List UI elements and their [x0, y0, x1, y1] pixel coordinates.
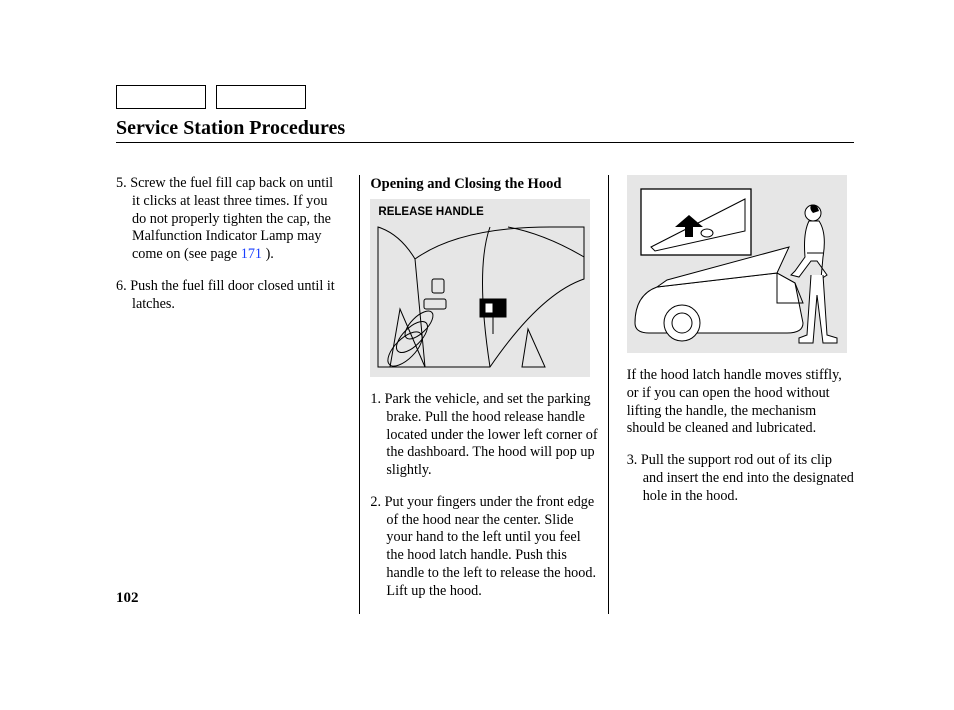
list-item: 1. Park the vehicle, and set the parking… — [370, 391, 597, 480]
step-text: Screw the fuel fill cap back on until it… — [130, 175, 333, 262]
illustration-label: RELEASE HANDLE — [378, 205, 483, 219]
step-number: 2. — [370, 494, 381, 510]
illustration-open-hood — [627, 175, 847, 353]
step-number: 6. — [116, 278, 127, 294]
subheading: Opening and Closing the Hood — [370, 175, 597, 193]
step-text: Put your fingers under the front edge of… — [385, 494, 596, 599]
list-item: 6. Push the fuel fill door closed until … — [116, 278, 341, 314]
step-text: Pull the support rod out of its clip and… — [641, 452, 854, 504]
column-2: Opening and Closing the Hood RELEASE HAN… — [359, 175, 608, 614]
step-number: 1. — [370, 391, 381, 407]
column-3: If the hood latch handle moves stiffly, … — [609, 175, 854, 614]
tab-box — [216, 85, 306, 109]
tab-box — [116, 85, 206, 109]
list-item: 2. Put your fingers under the front edge… — [370, 494, 597, 601]
step-number: 3. — [627, 452, 638, 468]
page-link[interactable]: 171 — [241, 246, 262, 262]
page-title: Service Station Procedures — [116, 117, 854, 140]
open-hood-diagram-icon — [627, 175, 847, 353]
title-rule — [116, 142, 854, 143]
illustration-release-handle: RELEASE HANDLE — [370, 199, 590, 377]
list-item: 3. Pull the support rod out of its clip … — [627, 452, 854, 505]
step-text: Push the fuel fill door closed until it … — [130, 278, 335, 312]
list-item: 5. Screw the fuel fill cap back on until… — [116, 175, 341, 264]
step-text: Park the vehicle, and set the parking br… — [385, 391, 598, 478]
page-number: 102 — [116, 590, 139, 607]
paragraph: If the hood latch handle moves stiffly, … — [627, 367, 854, 438]
step-number: 5. — [116, 175, 127, 191]
dashboard-diagram-icon — [370, 199, 590, 377]
column-1: 5. Screw the fuel fill cap back on until… — [116, 175, 359, 614]
tab-boxes — [116, 85, 854, 109]
step-text-after: ). — [262, 246, 274, 262]
